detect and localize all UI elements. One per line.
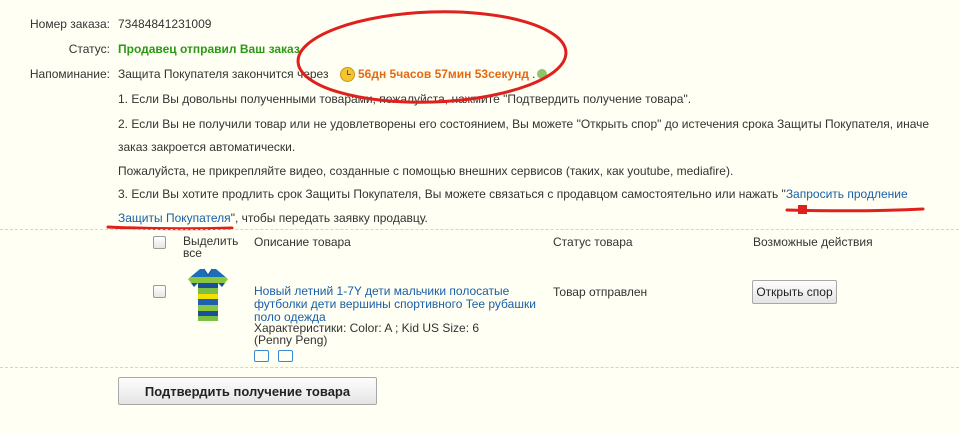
select-all-checkbox[interactable] — [153, 236, 166, 249]
item-checkbox[interactable] — [153, 285, 166, 298]
item-status: Товар отправлен — [553, 285, 648, 299]
column-header-description: Описание товара — [254, 235, 351, 249]
note-video: Пожалуйста, не прикрепляйте видео, созда… — [118, 164, 734, 178]
select-all-label-line2: все — [183, 246, 202, 260]
reminder-text: Защита Покупателя закончится через — [118, 67, 329, 81]
note-confirm: 1. Если Вы довольны полученными товарами… — [118, 92, 692, 106]
countdown-suffix: . — [532, 67, 536, 81]
order-status-value: Продавец отправил Ваш заказ — [118, 42, 300, 56]
product-thumbnail[interactable] — [186, 267, 230, 323]
divider — [0, 229, 959, 230]
confirm-receipt-button[interactable]: Подтвердить получение товара — [118, 377, 377, 405]
note-extend-cont: Защиты Покупателя", чтобы передать заявк… — [118, 211, 428, 225]
snapshot-icon[interactable] — [278, 350, 293, 362]
product-title-link[interactable]: Новый летний 1-7Y дети мальчики полосаты… — [254, 285, 536, 324]
clock-icon — [340, 67, 355, 82]
column-header-actions: Возможные действия — [753, 235, 873, 249]
order-number-value: 73484841231009 — [118, 17, 212, 31]
product-seller: (Penny Peng) — [254, 333, 328, 347]
help-icon — [537, 69, 547, 79]
note-extend-text: 3. Если Вы хотите продлить срок Защиты П… — [118, 187, 786, 201]
status-label: Статус: — [68, 42, 110, 56]
order-number-label: Номер заказа: — [29, 17, 110, 31]
divider-bottom — [0, 367, 959, 368]
countdown-timer: 56дн 5часов 57мин 53секунд — [358, 67, 529, 81]
column-header-status: Статус товара — [553, 235, 633, 249]
annotation-marker — [798, 205, 807, 214]
select-all-label: Выделить все — [183, 235, 238, 259]
note-extend-suffix: ", чтобы передать заявку продавцу. — [230, 211, 428, 225]
annotation-underline-right — [785, 207, 925, 213]
note-dispute: 2. Если Вы не получили товар или не удов… — [118, 117, 930, 131]
note-extend: 3. Если Вы хотите продлить срок Защиты П… — [118, 187, 908, 201]
request-extension-link-cont[interactable]: Защиты Покупателя — [118, 211, 231, 225]
reminder-label: Напоминание: — [29, 67, 110, 81]
request-extension-link[interactable]: Запросить продление — [786, 187, 908, 201]
shipping-truck-icon[interactable] — [254, 350, 269, 362]
open-dispute-button[interactable]: Открыть спор — [752, 280, 837, 304]
note-dispute-cont: заказ закроется автоматически. — [118, 140, 296, 154]
